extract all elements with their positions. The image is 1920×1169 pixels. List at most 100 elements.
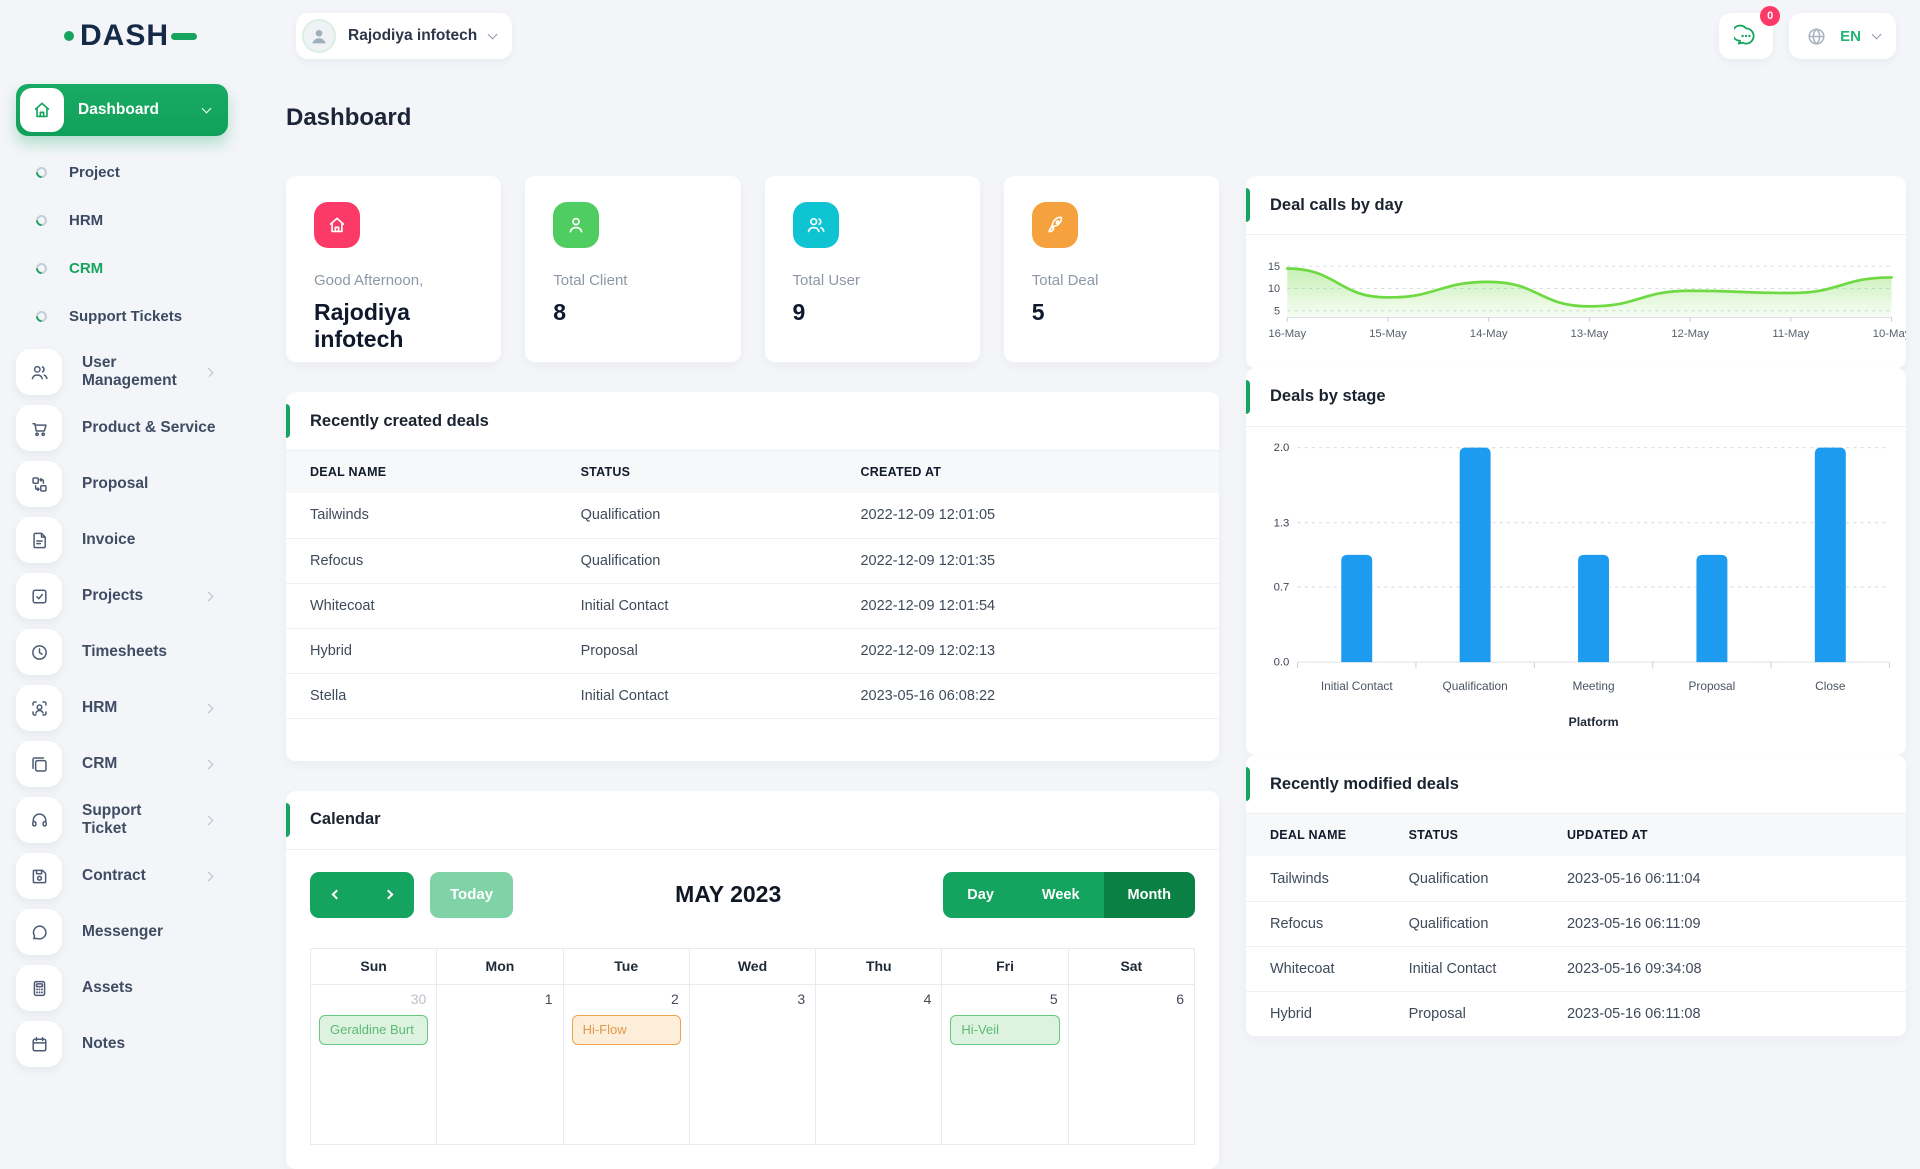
sidebar-item-timesheets[interactable]: Timesheets [16,624,228,680]
calendar-view-switcher: Day Week Month [943,872,1195,918]
users-icon [29,362,50,383]
sidebar-item-user-management[interactable]: User Management [16,344,228,400]
calendar-day-cell[interactable]: 30Geraldine Burt [311,985,437,1145]
sidebar-subitem-project[interactable]: Project [16,148,228,196]
table-row: WhitecoatInitial Contact2022-12-09 12:01… [286,583,1219,628]
svg-text:10-May: 10-May [1873,328,1906,340]
cards-icon [29,754,50,775]
sidebar-item-support-ticket[interactable]: Support Ticket [16,792,228,848]
save-icon [29,866,50,887]
table-cell: Qualification [557,493,837,538]
table-cell: Hybrid [286,628,557,673]
brand-logo[interactable]: DASH [64,19,296,53]
table-cell: Qualification [557,538,837,583]
today-button[interactable]: Today [430,872,513,918]
table-row: HybridProposal2022-12-09 12:02:13 [286,628,1219,673]
sidebar-subitem-crm[interactable]: CRM [16,244,228,292]
weekday-header: Sun [311,949,437,985]
stat-card-1: Total Client 8 [525,176,740,362]
workspace-name: Rajodiya infotech [348,27,477,45]
column-header: DEAL NAME [286,451,557,493]
sidebar-item-messenger[interactable]: Messenger [16,904,228,960]
view-week-button[interactable]: Week [1018,872,1104,918]
calendar-event[interactable]: Geraldine Burt [319,1015,428,1045]
calendar-day-cell[interactable]: 5Hi-Veil [942,985,1068,1145]
sidebar-item-contract[interactable]: Contract [16,848,228,904]
table-row: RefocusQualification2022-12-09 12:01:35 [286,538,1219,583]
column-header: STATUS [1385,814,1543,856]
invoice-icon [29,530,50,551]
table-cell: Whitecoat [1246,946,1385,991]
sidebar-item-projects[interactable]: Projects [16,568,228,624]
messages-button[interactable]: 0 [1719,13,1773,59]
svg-text:Close: Close [1815,679,1846,693]
sidebar: Dashboard ProjectHRMCRMSupport Tickets U… [0,72,242,1080]
sidebar-item-notes[interactable]: Notes [16,1016,228,1072]
weekday-header: Sat [1069,949,1195,985]
table-cell: Qualification [1385,856,1543,901]
column-header: UPDATED AT [1543,814,1906,856]
language-code: EN [1840,28,1861,45]
table-cell: Initial Contact [1385,946,1543,991]
table-row: WhitecoatInitial Contact2023-05-16 09:34… [1246,946,1906,991]
svg-text:Initial Contact: Initial Contact [1321,679,1393,693]
view-month-button[interactable]: Month [1104,872,1195,918]
home-icon [326,214,348,236]
table-cell: Stella [286,673,557,718]
stat-card-0: Good Afternoon, Rajodiya infotech [286,176,501,362]
calendar-day-cell[interactable]: 2Hi-Flow [564,985,690,1145]
sidebar-item-assets[interactable]: Assets [16,960,228,1016]
sidebar-item-product-service[interactable]: Product & Service [16,400,228,456]
table-cell: 2022-12-09 12:02:13 [836,628,1219,673]
chevron-right-icon [204,759,214,769]
svg-text:16-May: 16-May [1268,328,1306,340]
weekday-header: Fri [942,949,1068,985]
calendar-prev-button[interactable] [310,872,362,918]
user-focus-icon [29,698,50,719]
svg-text:13-May: 13-May [1571,328,1609,340]
circle-bullet-icon [34,308,50,324]
svg-text:0.7: 0.7 [1274,581,1290,593]
calculator-icon [29,978,50,999]
table-cell: Initial Contact [557,673,837,718]
user-icon [565,214,587,236]
table-cell: 2022-12-09 12:01:35 [836,538,1219,583]
sidebar-subitem-hrm[interactable]: HRM [16,196,228,244]
language-selector[interactable]: EN [1789,13,1896,59]
sidebar-item-crm[interactable]: CRM [16,736,228,792]
workspace-switcher[interactable]: Rajodiya infotech [296,13,512,59]
headset-icon [29,810,50,831]
sidebar-item-hrm[interactable]: HRM [16,680,228,736]
calendar-day-cell[interactable]: 3 [690,985,816,1145]
svg-text:11-May: 11-May [1772,328,1809,340]
section-title: Recently modified deals [1270,775,1459,794]
sidebar-subitem-support-tickets[interactable]: Support Tickets [16,292,228,340]
recent-modified-table: DEAL NAMESTATUSUPDATED AT TailwindsQuali… [1246,814,1906,1037]
table-cell: Tailwinds [286,493,557,538]
sidebar-submenu: ProjectHRMCRMSupport Tickets [16,148,228,340]
svg-text:1.3: 1.3 [1274,517,1290,529]
calendar-event[interactable]: Hi-Veil [950,1015,1059,1045]
sidebar-item-proposal[interactable]: Proposal [16,456,228,512]
calendar-day-cell[interactable]: 1 [437,985,563,1145]
svg-text:2.0: 2.0 [1274,442,1290,454]
table-cell: 2023-05-16 06:11:04 [1543,856,1906,901]
sidebar-item-dashboard[interactable]: Dashboard [16,84,228,136]
stat-card-2: Total User 9 [765,176,980,362]
calendar-next-button[interactable] [362,872,414,918]
calendar-day-cell[interactable]: 4 [816,985,942,1145]
main-content: Dashboard Good Afternoon, Rajodiya infot… [242,72,1920,1080]
avatar [302,19,336,53]
calendar-event[interactable]: Hi-Flow [572,1015,681,1045]
swap-icon [29,474,50,495]
table-cell: Proposal [557,628,837,673]
table-cell: Qualification [1385,901,1543,946]
accent-bar [1246,767,1250,801]
table-cell: Refocus [1246,901,1385,946]
sidebar-item-invoice[interactable]: Invoice [16,512,228,568]
calendar-day-cell[interactable]: 6 [1069,985,1195,1145]
chevron-right-icon [383,890,393,900]
topbar: DASH Rajodiya infotech 0 EN [0,0,1920,72]
chevron-down-icon [488,30,498,40]
view-day-button[interactable]: Day [943,872,1018,918]
